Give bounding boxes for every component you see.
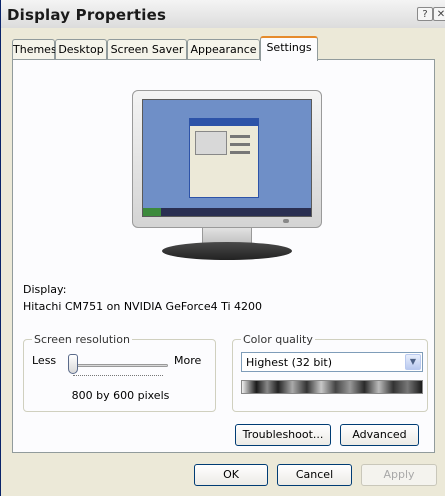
preview-line (230, 151, 250, 154)
ok-button[interactable]: OK (194, 464, 268, 486)
preview-taskbar (143, 208, 311, 216)
display-properties-window: Display Properties ? ✕ Themes Desktop Sc… (0, 0, 445, 496)
tab-appearance[interactable]: Appearance (187, 39, 260, 59)
close-icon[interactable]: ✕ (433, 7, 445, 21)
display-value: Hitachi CM751 on NVIDIA GeForce4 Ti 4200 (23, 300, 263, 313)
resolution-slider-track[interactable] (68, 364, 168, 367)
more-label: More (174, 354, 202, 367)
resolution-slider-thumb[interactable] (68, 354, 78, 374)
title-bar[interactable]: Display Properties ? ✕ (1, 0, 445, 28)
settings-panel: Display: Hitachi CM751 on NVIDIA GeForce… (12, 59, 435, 453)
cancel-button[interactable]: Cancel (277, 464, 352, 486)
less-label: Less (32, 354, 57, 367)
color-sample-bar (241, 380, 423, 394)
preview-line (230, 143, 250, 146)
troubleshoot-button[interactable]: Troubleshoot... (235, 424, 331, 446)
help-icon[interactable]: ? (417, 7, 433, 21)
advanced-button[interactable]: Advanced (340, 424, 419, 446)
color-quality-select[interactable]: Highest (32 bit) ▼ (241, 352, 423, 372)
monitor-base (162, 242, 292, 260)
tab-settings[interactable]: Settings (260, 36, 318, 61)
preview-start-button (143, 208, 161, 216)
tab-screen-saver[interactable]: Screen Saver (107, 39, 187, 59)
monitor-screen (142, 99, 312, 217)
color-quality-group: Color quality Highest (32 bit) ▼ (232, 333, 428, 412)
window-title: Display Properties (7, 6, 167, 24)
monitor-preview[interactable] (132, 90, 322, 290)
preview-thumbnail (195, 131, 227, 155)
preview-line (230, 135, 250, 138)
color-quality-legend: Color quality (241, 333, 315, 346)
tab-desktop[interactable]: Desktop (55, 39, 107, 59)
tab-strip: Themes Desktop Screen Saver Appearance S… (12, 36, 442, 61)
screen-resolution-group: Screen resolution Less More 800 by 600 p… (23, 333, 216, 412)
display-label: Display: (23, 283, 67, 296)
screen-resolution-legend: Screen resolution (32, 333, 132, 346)
color-quality-value: Highest (32 bit) (246, 356, 333, 369)
power-light (283, 219, 289, 223)
apply-button[interactable]: Apply (361, 464, 437, 486)
preview-window-title (190, 119, 258, 126)
chevron-down-icon[interactable]: ▼ (405, 354, 421, 370)
resolution-slider-ticks (73, 375, 163, 379)
tab-themes[interactable]: Themes (12, 39, 57, 59)
resolution-value: 800 by 600 pixels (71, 389, 170, 402)
monitor-frame (132, 90, 322, 228)
preview-window (189, 118, 259, 198)
